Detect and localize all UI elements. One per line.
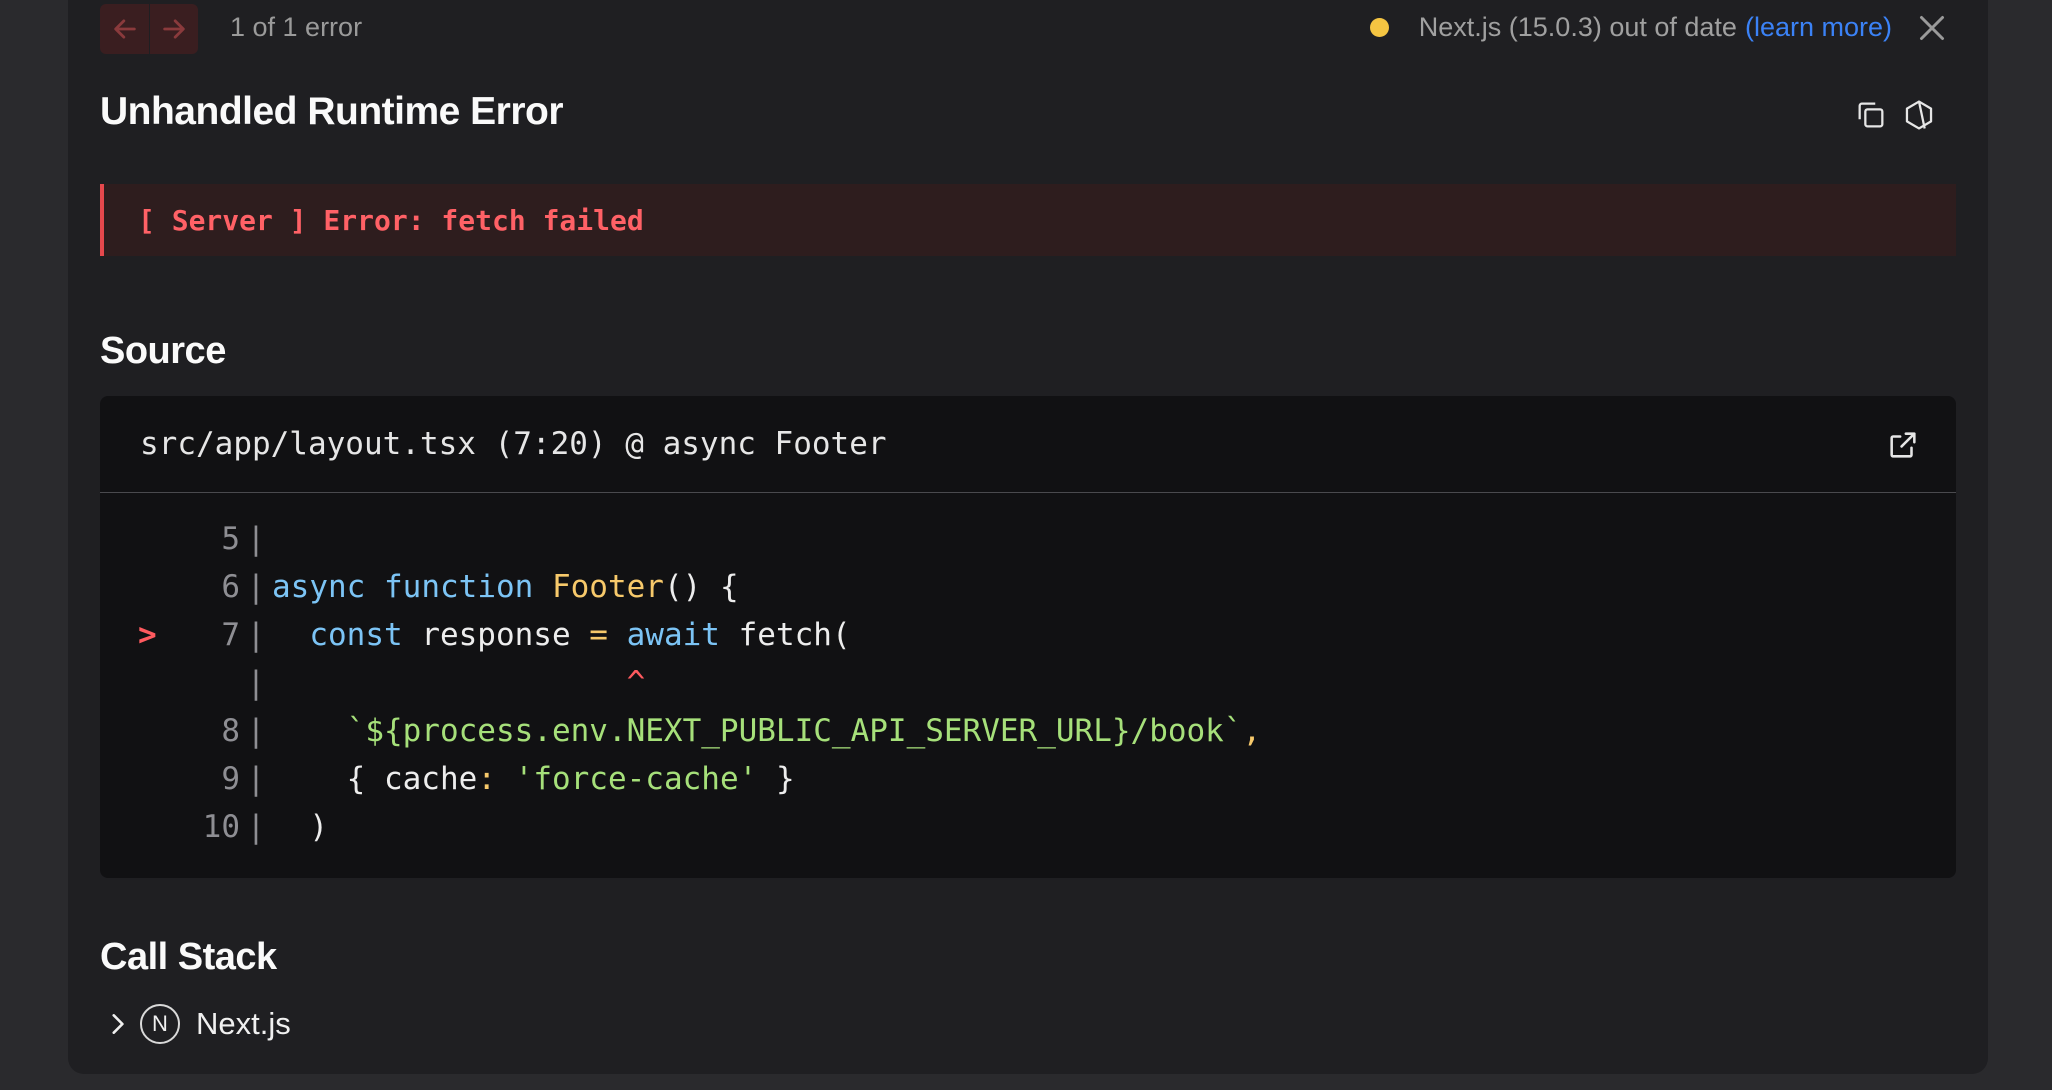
external-link-icon[interactable] [1886,428,1920,462]
code-line: 9 | { cache: 'force-cache' } [100,755,1956,803]
next-error-button[interactable] [149,4,198,54]
error-count: 1 of 1 error [230,12,363,42]
version-status: Next.js (15.0.3) out of date (learn more… [1369,12,1892,43]
source-location[interactable]: src/app/layout.tsx (7:20) @ async Footer [140,426,887,462]
code-text: { cache: 'force-cache' } [272,761,795,797]
close-icon[interactable] [1914,10,1950,46]
error-line-marker: > [138,617,157,653]
call-stack-group-nextjs[interactable]: N Next.js [104,1004,291,1044]
error-caret: ^ [272,665,646,701]
arrow-left-icon [113,19,136,39]
line-number: 8 [221,713,240,749]
line-number: 6 [221,569,240,605]
call-stack-group-label: Next.js [196,1006,291,1041]
code-line: 6 | async function Footer() { [100,563,1956,611]
page-title: Unhandled Runtime Error [100,90,564,133]
arrow-right-icon [163,19,185,39]
code-text: ) [272,809,328,845]
learn-more-link[interactable]: (learn more) [1745,12,1892,43]
version-text: Next.js (15.0.3) out of date [1418,12,1737,42]
code-block: 5 | 6 | async function Footer() { >7 | const… [100,493,1956,851]
code-frame-header: src/app/layout.tsx (7:20) @ async Footer [100,396,1956,493]
code-text: const response = await fetch( [309,617,851,653]
source-heading: Source [100,330,226,372]
code-text: `${process.env.NEXT_PUBLIC_API_SERVER_UR… [346,713,1262,749]
error-message: [ Server ] Error: fetch failed [100,184,1956,256]
copy-icon[interactable] [1854,98,1888,132]
nextjs-logo-icon: N [140,1004,180,1044]
hexagon-icon[interactable] [1902,98,1936,132]
chevron-right-icon[interactable] [104,1011,130,1037]
line-number: 7 [221,617,240,653]
code-line: 5 | [100,515,1956,563]
error-overlay: 1 of 1 error Next.js (15.0.3) out of dat… [68,0,1988,1074]
status-dot-icon [1369,18,1389,37]
prev-error-button[interactable] [100,4,149,54]
code-line: | ^ [246,665,646,701]
code-frame: src/app/layout.tsx (7:20) @ async Footer… [100,396,1956,878]
code-line: 8 | `${process.env.NEXT_PUBLIC_API_SERVER… [100,707,1956,755]
line-number: 10 [202,809,240,845]
code-text: async function Footer() { [272,569,739,605]
code-line-highlighted: >7 | const response = await fetch( [100,611,1956,659]
error-pagination [100,4,198,54]
line-number: 5 [221,521,240,557]
call-stack-heading: Call Stack [100,936,277,978]
line-number: 9 [221,761,240,797]
code-line: 10 | ) [100,803,1956,851]
